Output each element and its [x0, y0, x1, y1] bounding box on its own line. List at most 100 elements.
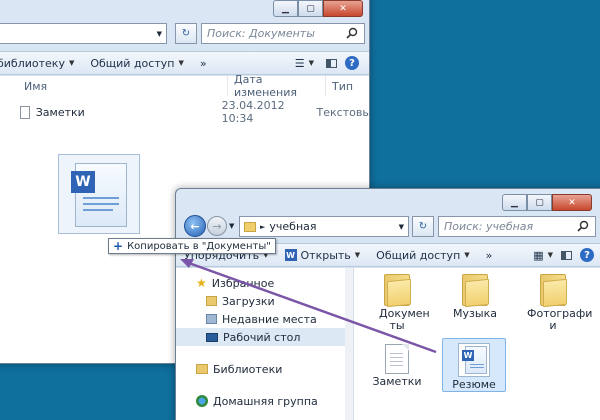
view-icon: ▦ — [533, 248, 544, 262]
column-type[interactable]: Тип — [326, 76, 369, 96]
toolbar: библиотеку ▼ Общий доступ ▼ » ☰ ▼ ? — [0, 51, 369, 75]
preview-pane-button[interactable] — [322, 58, 341, 68]
navigation-pane: ★ Избранное Загрузки Недавние места Рабо… — [176, 268, 354, 420]
nav-label: Загрузки — [222, 294, 275, 308]
toolbar-label: Открыть — [300, 248, 351, 262]
dragged-word-document-icon: W — [58, 154, 140, 234]
item-label: Музыка — [453, 307, 497, 320]
minimize-button[interactable]: ▁ — [273, 0, 298, 17]
breadcrumb-separator: ► — [260, 222, 266, 231]
refresh-button[interactable]: ↻ — [175, 23, 197, 44]
search-placeholder: Поиск: Документы — [207, 27, 315, 40]
title-bar[interactable]: ▁ ▢ ✕ — [0, 0, 369, 21]
view-button[interactable]: ▦ ▼ — [529, 249, 557, 262]
folder-photos[interactable]: Фотографи и — [522, 272, 592, 332]
file-notes[interactable]: Заметки — [366, 344, 428, 388]
maximize-button[interactable]: ▢ — [298, 0, 323, 17]
toolbar-label: » — [485, 248, 493, 262]
search-icon[interactable] — [346, 27, 358, 42]
back-button[interactable]: ← — [184, 215, 206, 237]
minimize-icon: ▁ — [282, 3, 289, 14]
chevron-down-icon: ▼ — [68, 59, 75, 67]
nav-recent-places[interactable]: Недавние места — [176, 310, 345, 328]
file-resume[interactable]: W Резюме — [442, 338, 506, 392]
folder-documents[interactable]: Докумен ты — [366, 272, 430, 332]
homegroup-icon — [196, 395, 208, 407]
folder-icon — [540, 272, 567, 308]
help-icon: ? — [580, 248, 594, 262]
star-icon: ★ — [196, 276, 207, 290]
preview-pane-button[interactable] — [557, 250, 576, 260]
preview-pane-icon — [326, 58, 337, 68]
close-button[interactable]: ✕ — [552, 194, 592, 211]
maximize-icon: ▢ — [306, 3, 315, 14]
folder-icon — [244, 221, 256, 232]
refresh-button[interactable]: ↻ — [412, 216, 434, 237]
more-button[interactable]: » — [478, 249, 501, 262]
arrow-left-icon: ← — [190, 219, 200, 233]
search-placeholder: Поиск: учебная — [444, 220, 534, 233]
help-icon: ? — [345, 56, 359, 70]
word-icon: W — [284, 249, 297, 261]
chevron-down-icon: ▼ — [354, 251, 361, 259]
help-button[interactable]: ? — [576, 248, 600, 262]
column-date[interactable]: Дата изменения — [228, 73, 326, 99]
toolbar-label: Общий доступ — [90, 56, 175, 70]
nav-libraries[interactable]: Библиотеки — [176, 360, 345, 378]
forward-button[interactable]: → — [207, 216, 227, 236]
column-label: Имя — [24, 79, 48, 93]
text-file-icon — [20, 105, 30, 119]
nav-downloads[interactable]: Загрузки — [176, 292, 345, 310]
word-document-icon: W — [458, 343, 490, 377]
breadcrumb-current[interactable]: учебная — [269, 220, 316, 233]
folder-icon — [384, 272, 411, 308]
nav-desktop[interactable]: Рабочий стол — [176, 328, 345, 346]
file-date: 23.04.2012 10:34 — [221, 99, 285, 125]
folder-window: ▁ ▢ ✕ ← → ▼ ► учебная ▼ ↻ Поиск: учебная… — [175, 188, 600, 420]
close-icon: ✕ — [568, 197, 576, 208]
nav-homegroup[interactable]: Домашняя группа — [176, 392, 345, 410]
folder-content: ★ Избранное Загрузки Недавние места Рабо… — [176, 268, 600, 420]
nav-scrollbar[interactable] — [345, 268, 353, 420]
nav-favorites[interactable]: ★ Избранное — [176, 274, 345, 292]
minimize-button[interactable]: ▁ — [502, 194, 527, 211]
help-button[interactable]: ? — [341, 56, 369, 70]
refresh-icon: ↻ — [418, 221, 428, 232]
recent-pages-icon[interactable]: ▼ — [229, 222, 234, 230]
chevron-down-icon: ▼ — [547, 251, 553, 259]
search-input[interactable]: Поиск: Документы — [201, 23, 365, 44]
refresh-icon: ↻ — [181, 28, 191, 39]
more-button[interactable]: » — [192, 57, 215, 70]
copy-tooltip: + Копировать в "Документы" — [108, 238, 276, 254]
item-label: Докумен ты — [379, 307, 430, 332]
nav-label: Рабочий стол — [223, 330, 301, 344]
nav-label: Библиотеки — [213, 362, 283, 376]
folder-music[interactable]: Музыка — [444, 272, 506, 320]
item-label: Заметки — [372, 375, 422, 388]
minimize-icon: ▁ — [511, 197, 518, 208]
recent-places-icon — [206, 314, 217, 324]
close-icon: ✕ — [339, 3, 347, 14]
chevron-down-icon[interactable]: ▼ — [157, 30, 162, 38]
view-button[interactable]: ☰ ▼ — [287, 57, 322, 70]
add-to-library-button[interactable]: библиотеку ▼ — [0, 57, 82, 70]
nav-label: Избранное — [211, 276, 275, 290]
item-label: Резюме — [452, 378, 496, 391]
address-bar[interactable]: ► учебная ▼ — [239, 216, 409, 237]
text-file-icon — [385, 344, 409, 374]
open-button[interactable]: W Открыть ▼ — [277, 249, 369, 262]
maximize-button[interactable]: ▢ — [527, 194, 552, 211]
chevron-down-icon: ▼ — [308, 59, 314, 67]
column-name[interactable]: Имя — [18, 76, 228, 96]
close-button[interactable]: ✕ — [323, 0, 363, 17]
address-bar[interactable]: ▼ — [0, 23, 167, 44]
title-bar[interactable]: ▁ ▢ ✕ — [176, 189, 600, 215]
search-icon[interactable] — [577, 220, 589, 235]
file-row[interactable]: Заметки 23.04.2012 10:34 Текстовы — [18, 99, 370, 125]
chevron-down-icon[interactable]: ▼ — [399, 223, 404, 231]
desktop-icon — [206, 332, 218, 342]
share-button[interactable]: Общий доступ ▼ — [82, 57, 191, 70]
file-type: Текстовы — [316, 105, 370, 119]
share-button[interactable]: Общий доступ ▼ — [368, 249, 477, 262]
search-input[interactable]: Поиск: учебная — [438, 216, 596, 237]
